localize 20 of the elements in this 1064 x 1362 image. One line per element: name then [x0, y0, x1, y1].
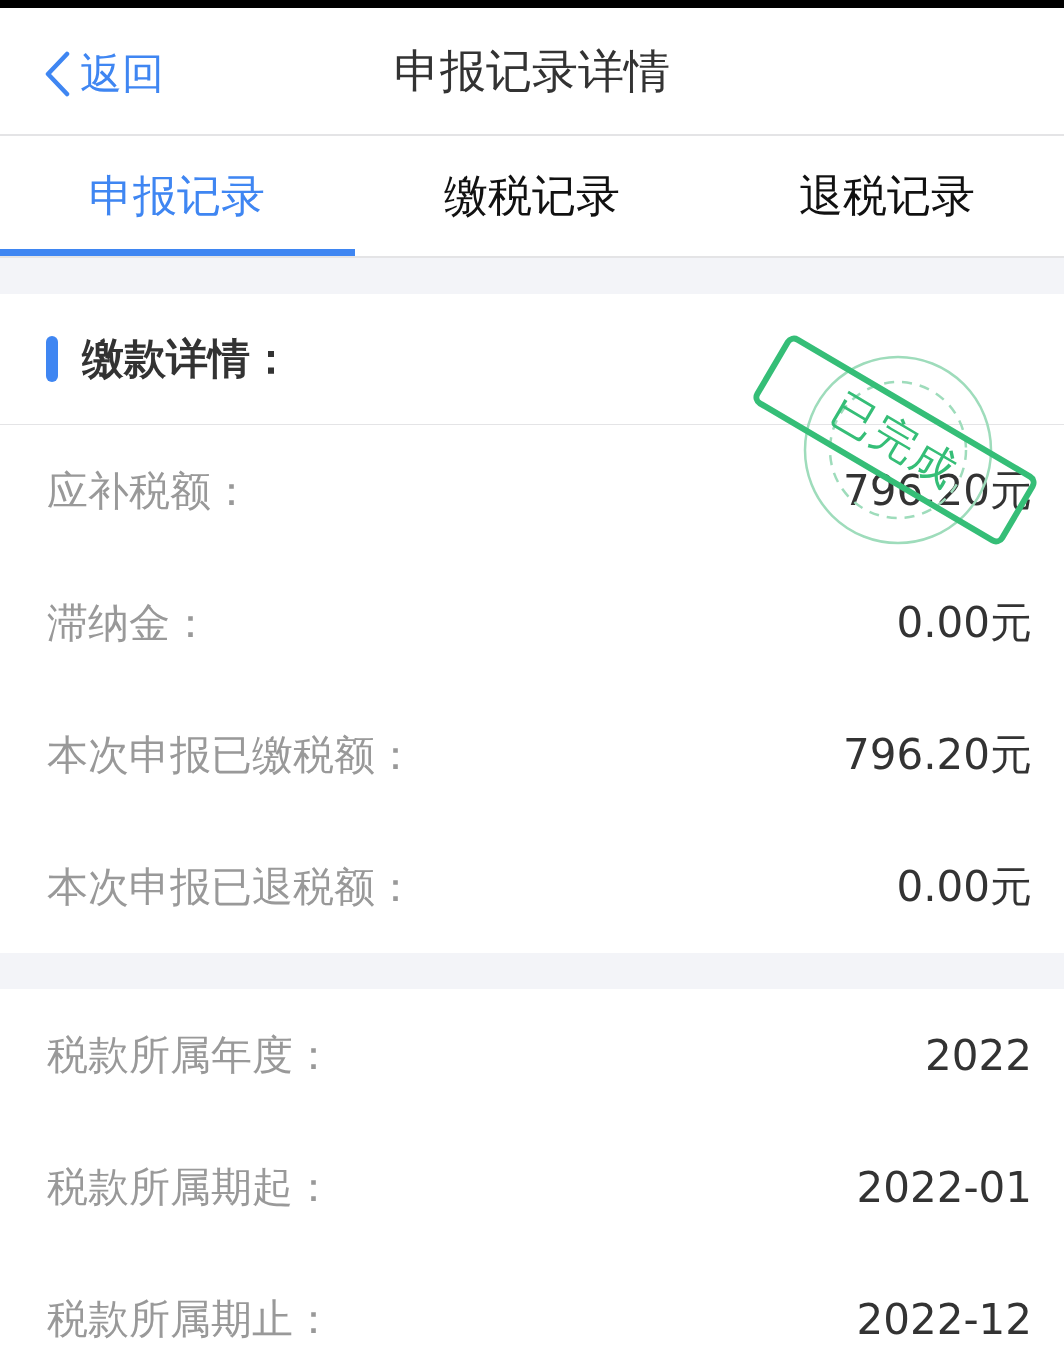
- section-title: 缴款详情：: [82, 333, 292, 385]
- field-value: 2022: [925, 1030, 1032, 1080]
- field-label: 应补税额：: [47, 465, 252, 517]
- accent-bar-icon: [46, 336, 58, 382]
- field-value: 796.20元: [843, 729, 1032, 781]
- field-label: 本次申报已退税额：: [47, 861, 416, 913]
- field-value: 0.00元: [896, 861, 1032, 913]
- field-value: 0.00元: [896, 597, 1032, 649]
- field-value: 2022-12: [856, 1294, 1032, 1344]
- field-label: 税款所属期止：: [47, 1293, 334, 1345]
- tab[interactable]: 缴税记录: [354, 136, 710, 256]
- tab[interactable]: 退税记录: [709, 136, 1064, 256]
- field-label: 本次申报已缴税额：: [47, 729, 416, 781]
- field-label: 税款所属期起：: [47, 1161, 334, 1213]
- field-label: 税款所属年度：: [47, 1029, 334, 1081]
- back-button[interactable]: 返回: [44, 46, 164, 102]
- field-label: 滞纳金：: [47, 597, 211, 649]
- page-title: 申报记录详情: [394, 43, 670, 100]
- field-value: 2022-01: [856, 1162, 1032, 1212]
- chevron-left-icon: [44, 51, 70, 97]
